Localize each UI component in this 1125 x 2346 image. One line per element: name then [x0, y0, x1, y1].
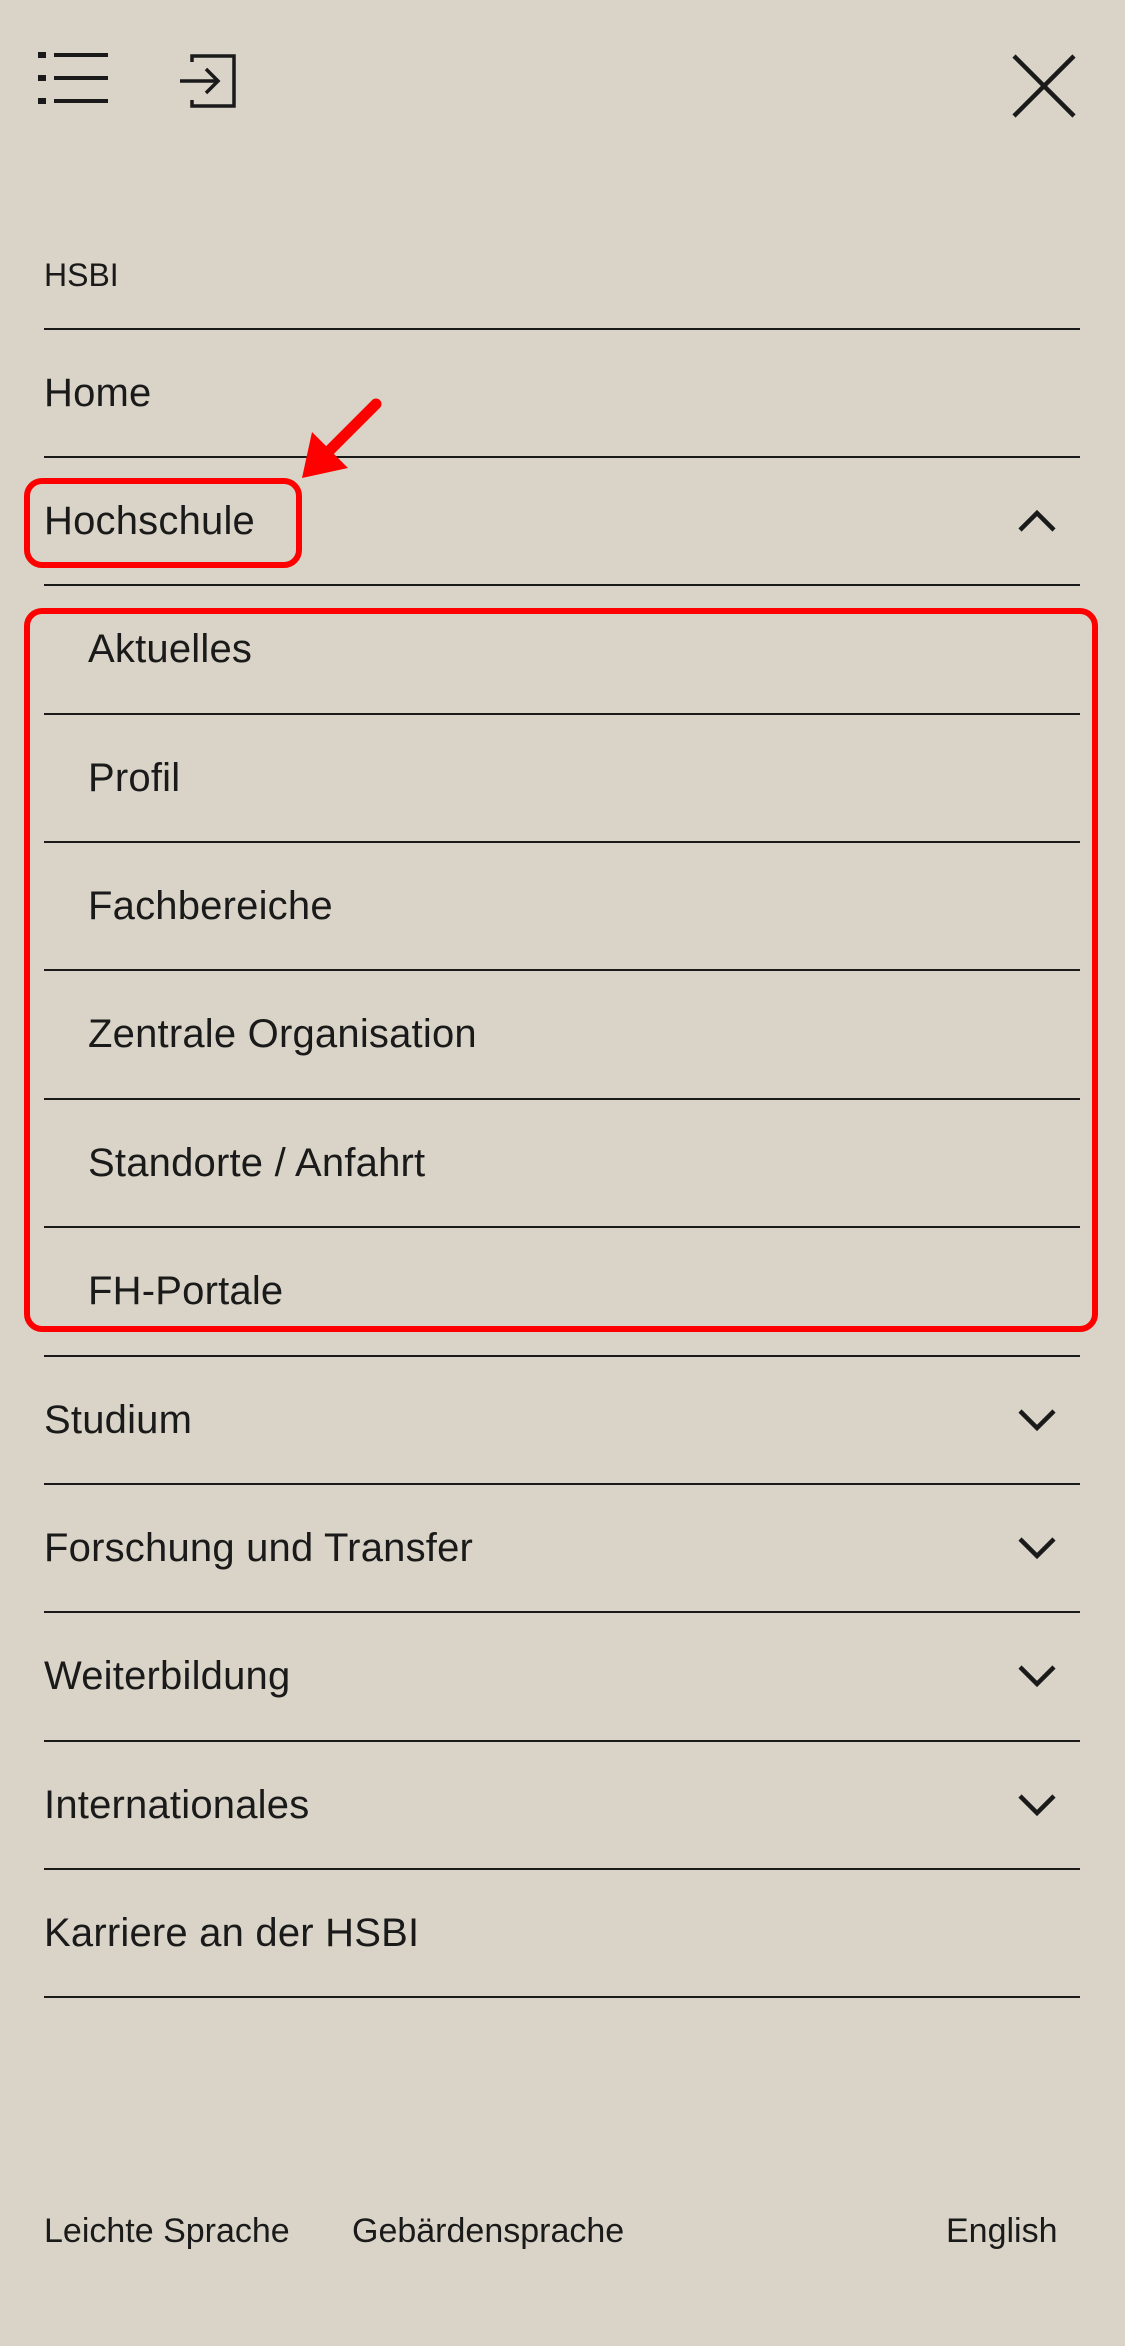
leichte-sprache-link[interactable]: Leichte Sprache [44, 2214, 290, 2248]
nav-item-studium[interactable]: Studium [44, 1357, 1080, 1483]
subnav-item-label: Zentrale Organisation [88, 1012, 477, 1056]
nav-section-title: HSBI [44, 250, 1080, 300]
nav-item-internationales[interactable]: Internationales [44, 1742, 1080, 1868]
english-link[interactable]: English [946, 2214, 1058, 2248]
subnav-item-label: Standorte / Anfahrt [88, 1141, 426, 1185]
gebaerdensprache-link[interactable]: Gebärdensprache [352, 2214, 624, 2248]
nav-item-label: Karriere an der HSBI [44, 1911, 420, 1955]
close-icon[interactable] [1010, 52, 1078, 120]
subnav-item-label: Aktuelles [88, 627, 253, 671]
subnav-item-standorte-anfahrt[interactable]: Standorte / Anfahrt [44, 1100, 1080, 1226]
nav-item-label: Internationales [44, 1783, 310, 1827]
nav-item-forschung-und-transfer[interactable]: Forschung und Transfer [44, 1485, 1080, 1611]
subnav-item-label: Profil [88, 756, 181, 800]
subnav-item-label: Fachbereiche [88, 884, 333, 928]
list-menu-icon[interactable] [38, 48, 110, 108]
nav-item-home[interactable]: Home [44, 330, 1080, 456]
subnav-item-profil[interactable]: Profil [44, 715, 1080, 841]
nav-item-label: Studium [44, 1398, 193, 1442]
nav-item-hochschule[interactable]: Hochschule [44, 458, 1080, 584]
section-title-label: HSBI [44, 257, 119, 293]
chevron-down-icon[interactable] [1014, 1782, 1060, 1828]
subnav-item-aktuelles[interactable]: Aktuelles [44, 586, 1080, 712]
nav-item-label: Hochschule [44, 499, 256, 543]
chevron-down-icon[interactable] [1014, 1397, 1060, 1443]
login-icon[interactable] [178, 52, 240, 110]
subnav-item-fh-portale[interactable]: FH-Portale [44, 1228, 1080, 1354]
subnav-item-fachbereiche[interactable]: Fachbereiche [44, 843, 1080, 969]
nav-item-label: Forschung und Transfer [44, 1526, 474, 1570]
chevron-up-icon[interactable] [1014, 498, 1060, 544]
nav-item-weiterbildung[interactable]: Weiterbildung [44, 1613, 1080, 1739]
nav-item-karriere[interactable]: Karriere an der HSBI [44, 1870, 1080, 1996]
nav-item-label: Home [44, 371, 152, 415]
chevron-down-icon[interactable] [1014, 1525, 1060, 1571]
divider [44, 1996, 1080, 1998]
chevron-down-icon[interactable] [1014, 1653, 1060, 1699]
nav-item-label: Weiterbildung [44, 1654, 291, 1698]
subnav-item-zentrale-organisation[interactable]: Zentrale Organisation [44, 971, 1080, 1097]
subnav-item-label: FH-Portale [88, 1269, 284, 1313]
